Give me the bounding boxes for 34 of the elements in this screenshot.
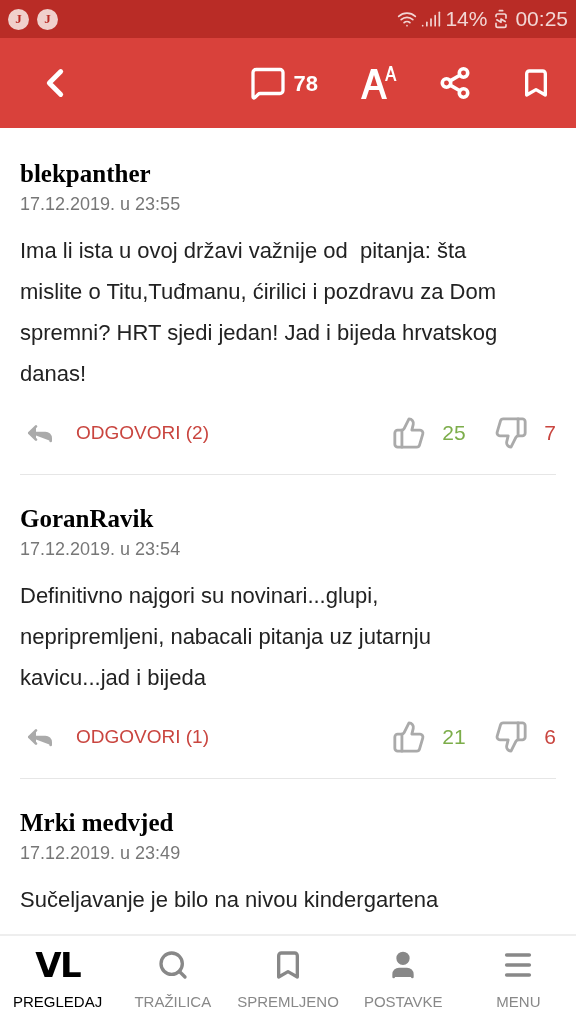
clock: 00:25 bbox=[515, 6, 568, 33]
comment-text: Sučeljavanje je bilo na nivou kindergartena bbox=[20, 886, 440, 914]
comments-button[interactable]: 78 bbox=[249, 65, 318, 101]
reply-link[interactable]: ODGOVORI (1) bbox=[76, 722, 209, 752]
share-button[interactable] bbox=[438, 66, 472, 100]
like-count: 25 bbox=[442, 420, 467, 447]
comment-date: 17.12.2019. u 23:54 bbox=[20, 538, 182, 561]
nav-tab[interactable]: VL PREGLEDAJ bbox=[0, 936, 116, 1024]
signal-icon bbox=[421, 9, 442, 29]
dislike-count: 7 bbox=[544, 420, 556, 447]
comment-text: Definitivno najgori su novinari...glupi, nepripremljeni, nabacali pitanja uz jutarnju kavicu...jad i bijeda bbox=[20, 582, 432, 692]
thumbs-down-icon[interactable] bbox=[494, 416, 529, 450]
thumbs-down-icon[interactable] bbox=[494, 720, 529, 754]
dislike-count: 6 bbox=[544, 724, 556, 751]
comment-author: blekpanther bbox=[20, 159, 152, 189]
nav-tab[interactable]: TRAŽILICA bbox=[115, 936, 231, 1024]
search-icon bbox=[156, 948, 189, 981]
comment-text: Ima li ista u ovoj državi važnije od pitanja: šta mislite o Titu,Tuđmanu, ćirilici i pozdravu za Dom spremni? HRT sjedi jedan! Jad i bijeda hrvatskog danas! bbox=[20, 237, 499, 388]
nav-tab[interactable]: SPREMLJENO bbox=[230, 936, 346, 1024]
comment-author: Mrki medvjed bbox=[20, 808, 175, 838]
comment-author: GoranRavik bbox=[20, 504, 155, 534]
notification-icon: J bbox=[8, 8, 29, 30]
thumbs-up-icon[interactable] bbox=[392, 720, 427, 754]
nav-tab[interactable]: MENU bbox=[460, 936, 576, 1024]
comment-date: 17.12.2019. u 23:49 bbox=[20, 842, 182, 865]
logo: VL bbox=[35, 947, 80, 982]
reply-link[interactable]: ODGOVORI (2) bbox=[76, 418, 209, 448]
like-count: 21 bbox=[442, 724, 467, 751]
wifi-icon bbox=[397, 9, 418, 29]
battery-percent: 14% bbox=[445, 6, 488, 33]
thumbs-up-icon[interactable] bbox=[392, 416, 427, 450]
nav-tab[interactable]: POSTAVKE bbox=[345, 936, 461, 1024]
comment-date: 17.12.2019. u 23:55 bbox=[20, 193, 182, 216]
notification-icon: J bbox=[37, 8, 58, 30]
